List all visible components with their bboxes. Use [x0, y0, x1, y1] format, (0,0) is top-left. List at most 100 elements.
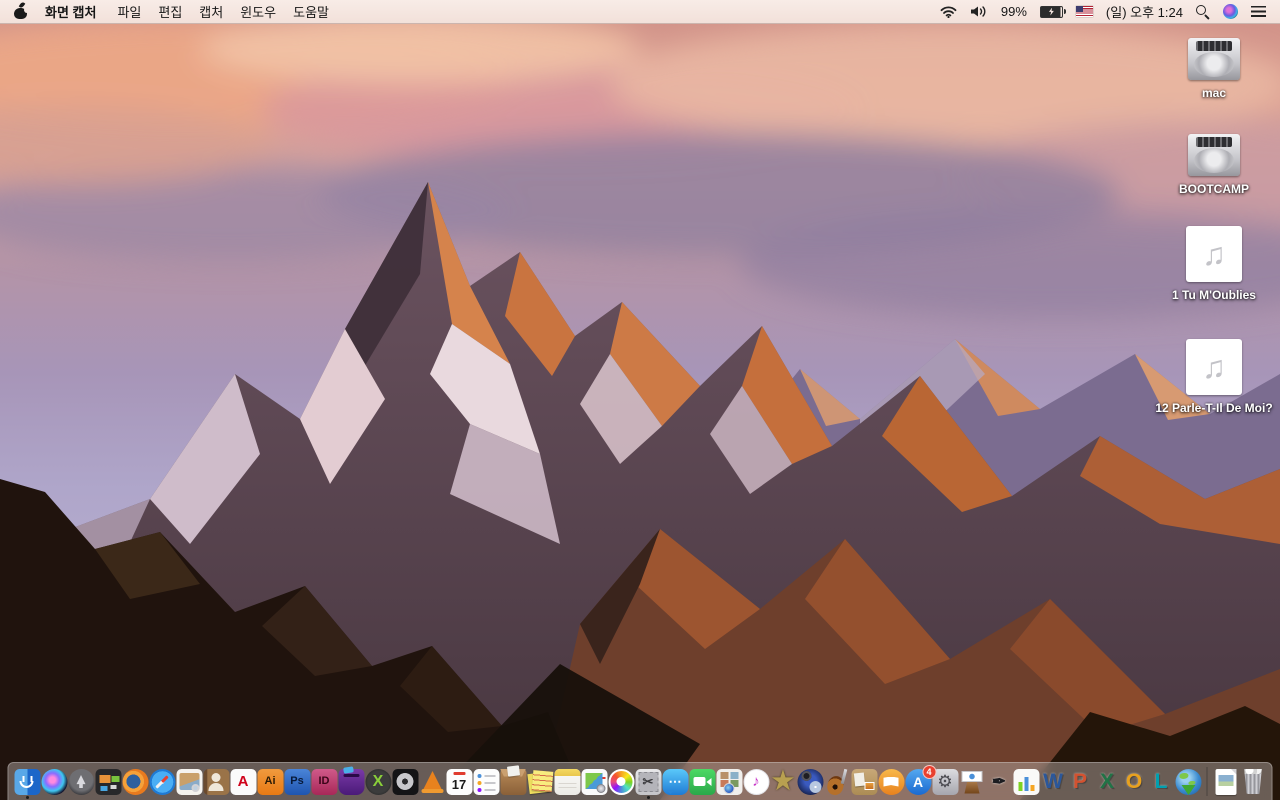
dock-item-powerpoint[interactable]: P — [1067, 763, 1094, 800]
desktop-wallpaper[interactable] — [0, 24, 1280, 800]
dock-item-launchpad[interactable] — [68, 763, 95, 800]
menu-bar-clock[interactable]: (일) 오후 1:24 — [1106, 2, 1183, 21]
dock-item-document[interactable] — [1213, 763, 1240, 800]
dock-item-pages[interactable]: ✒ — [986, 763, 1013, 800]
dock-item-image-capture[interactable] — [581, 763, 608, 800]
notes-icon — [554, 768, 580, 795]
audio-file-icon: ♫ — [1185, 226, 1242, 282]
imovie-icon: ★ — [771, 767, 795, 795]
menu-item-5[interactable]: 도움말 — [293, 5, 329, 20]
notification-badge: 4 — [922, 764, 936, 779]
dock-item-finder[interactable] — [14, 763, 41, 800]
desktop-icon-drive-mac[interactable]: mac — [1188, 38, 1240, 100]
powerpoint-icon: P — [1072, 770, 1087, 793]
dock-item-unarchiver[interactable] — [500, 763, 527, 800]
dock-item-x-app[interactable]: X — [365, 763, 392, 800]
vlc-icon — [419, 769, 445, 795]
app-store-icon: A4 — [905, 764, 936, 795]
dock-item-safari[interactable] — [149, 763, 176, 800]
dock-item-downloader[interactable] — [1175, 763, 1202, 800]
dock-item-illustrator[interactable]: Ai — [257, 763, 284, 800]
dock-item-contacts[interactable] — [203, 763, 230, 800]
dock-item-photoshop[interactable]: Ps — [284, 763, 311, 800]
dock-item-screen-capture-grab[interactable]: ✂ — [635, 763, 662, 800]
calendar-icon: 17 — [446, 768, 472, 795]
menu-item-1[interactable]: 파일 — [117, 5, 141, 20]
dock-item-photo-booth[interactable] — [716, 763, 743, 800]
active-app-menu-title[interactable]: 화면 캡처 — [45, 2, 96, 21]
dock: A Ai Ps ID X 17 ✂ ⋯ ♪ ★ A 4 ⚙ ✒ W P X O L — [7, 762, 1273, 800]
dock-item-scrapbook[interactable] — [851, 763, 878, 800]
desktop-icon-label: BOOTCAMP — [1179, 182, 1249, 196]
firefox-icon — [122, 768, 148, 795]
desktop-icon-audio-file-2[interactable]: ♫ 12 Parle-T-Il De Moi? — [1155, 339, 1273, 415]
dock-item-ibooks[interactable] — [878, 763, 905, 800]
photos-icon — [608, 768, 634, 795]
spotlight-search-icon[interactable] — [1196, 4, 1210, 19]
acrobat-reader-icon: A — [230, 768, 256, 795]
dock-item-outlook[interactable]: O — [1121, 763, 1148, 800]
dock-item-word[interactable]: W — [1040, 763, 1067, 800]
keynote-icon — [959, 769, 985, 795]
desktop-icon-label: 12 Parle-T-Il De Moi? — [1155, 401, 1273, 415]
app-menus: 파일 편집 캡처 윈도우 도움말 — [100, 2, 329, 21]
numbers-icon — [1013, 768, 1039, 795]
dock-item-messages[interactable]: ⋯ — [662, 763, 689, 800]
outlook-icon: O — [1125, 770, 1143, 793]
dock-item-preview[interactable] — [176, 763, 203, 800]
dock-item-numbers[interactable] — [1013, 763, 1040, 800]
siri-icon — [41, 768, 67, 795]
desktop-icon-drive-bootcamp[interactable]: BOOTCAMP — [1179, 134, 1249, 196]
apple-menu[interactable] — [14, 1, 30, 19]
menu-item-4[interactable]: 윈도우 — [240, 5, 276, 20]
dock-item-siri[interactable] — [41, 763, 68, 800]
dock-item-garageband[interactable] — [824, 763, 851, 800]
dock-item-indesign[interactable]: ID — [311, 763, 338, 800]
battery-charging-icon[interactable] — [1039, 5, 1066, 18]
dock-item-trash-full[interactable] — [1240, 763, 1267, 800]
running-indicator — [646, 796, 650, 799]
dock-item-itunes[interactable]: ♪ — [743, 763, 770, 800]
dock-item-excel[interactable]: X — [1094, 763, 1121, 800]
ibooks-icon — [878, 768, 904, 795]
dock-item-toast[interactable] — [338, 763, 365, 800]
wifi-icon[interactable] — [940, 5, 957, 18]
desktop-icon-audio-file-1[interactable]: ♫ 1 Tu M'Oublies — [1172, 226, 1256, 302]
dock-separator — [1206, 767, 1208, 796]
dock-item-photos[interactable] — [608, 763, 635, 800]
desktop-icon-label: 1 Tu M'Oublies — [1172, 288, 1256, 302]
dock-item-reminders[interactable] — [473, 763, 500, 800]
dock-item-mission-control[interactable] — [95, 763, 122, 800]
toast-icon — [338, 768, 364, 795]
trash-full-icon — [1244, 769, 1262, 794]
menu-item-3[interactable]: 캡처 — [199, 5, 223, 20]
dock-item-vlc[interactable] — [419, 763, 446, 800]
dock-item-keynote[interactable] — [959, 763, 986, 800]
dock-item-imovie[interactable]: ★ — [770, 763, 797, 800]
dock-item-acrobat-reader[interactable]: A — [230, 763, 257, 800]
dock-item-calendar[interactable]: 17 — [446, 763, 473, 800]
dock-item-idvd[interactable] — [797, 763, 824, 800]
battery-percent[interactable]: 99% — [1001, 4, 1027, 19]
contacts-icon — [203, 768, 229, 795]
hard-drive-icon — [1188, 38, 1240, 80]
dock-item-notes[interactable] — [554, 763, 581, 800]
volume-icon[interactable] — [970, 5, 988, 18]
menu-item-2[interactable]: 편집 — [158, 5, 182, 20]
us-flag-input-source-icon[interactable] — [1075, 6, 1093, 17]
dock-item-firefox[interactable] — [122, 763, 149, 800]
photoshop-icon: Ps — [284, 768, 310, 795]
menu-bar-status-area: 99% (일) 오후 1:24 — [940, 2, 1266, 21]
dock-item-app-store[interactable]: A4 — [905, 763, 936, 800]
dock-item-disk-tool[interactable] — [392, 763, 419, 800]
garageband-icon — [824, 769, 850, 795]
finder-icon — [14, 768, 40, 795]
notification-center-icon[interactable] — [1251, 6, 1266, 17]
dock-item-lync[interactable]: L — [1148, 763, 1175, 800]
safari-icon — [149, 768, 175, 795]
preview-icon — [176, 768, 202, 795]
dock-item-facetime[interactable] — [689, 763, 716, 800]
disk-tool-icon — [392, 768, 418, 795]
dock-item-stickies[interactable] — [527, 763, 554, 800]
siri-icon[interactable] — [1223, 4, 1238, 19]
